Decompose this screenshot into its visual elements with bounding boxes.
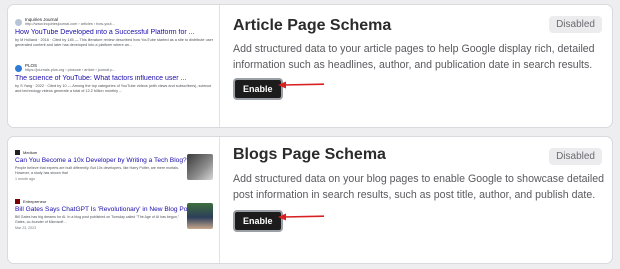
result-title: How YouTube Developed into a Successful … <box>15 29 195 36</box>
result-thumbnail <box>187 203 213 229</box>
result-thumbnail <box>187 154 213 180</box>
search-result: Inquiries Journal http://www.inquiriesjo… <box>15 17 215 48</box>
article-schema-card: Inquiries Journal http://www.inquiriesjo… <box>7 4 613 128</box>
result-date: 1 month ago <box>15 177 35 182</box>
site-favicon-icon <box>15 150 20 155</box>
site-favicon-icon <box>15 64 22 72</box>
result-date: Mar 23, 2023 <box>15 226 37 231</box>
result-snippet: People believe that experts are built di… <box>15 166 179 175</box>
result-url: http://www.inquiriesjournal.com › articl… <box>25 22 115 26</box>
site-favicon-icon <box>15 199 20 204</box>
enable-article-schema-button[interactable]: Enable <box>233 78 283 100</box>
result-title: The science of YouTube: What factors inf… <box>15 75 187 82</box>
result-snippet: by M Holland · 2016 · Cited by 145 — Thi… <box>15 38 213 47</box>
site-favicon-icon <box>15 18 22 26</box>
result-snippet: Bill Gates has big dreams for AI. In a b… <box>15 215 180 224</box>
blogs-search-preview: Medium Can You Become a 10x Developer by… <box>8 137 220 263</box>
blog-result: Entrepreneur Bill Gates Says ChatGPT Is … <box>15 199 215 244</box>
blogs-schema-title: Blogs Page Schema <box>233 146 386 163</box>
enable-blogs-schema-button[interactable]: Enable <box>233 210 283 232</box>
article-schema-title: Article Page Schema <box>233 17 392 34</box>
result-snippet: by S Yang · 2022 · Cited by 10 — Among t… <box>15 84 212 93</box>
blogs-schema-description: Add structured data on your blog pages t… <box>233 173 605 201</box>
result-site: Medium <box>23 150 38 155</box>
pointer-arrow-icon <box>278 81 324 89</box>
status-badge: Disabled <box>549 16 602 33</box>
result-site: Entrepreneur <box>23 199 47 204</box>
article-schema-info: Article Page Schema Disabled Add structu… <box>220 5 612 127</box>
status-badge: Disabled <box>549 148 602 165</box>
blogs-schema-info: Blogs Page Schema Disabled Add structure… <box>220 137 612 263</box>
blogs-schema-card: Medium Can You Become a 10x Developer by… <box>7 136 613 264</box>
pointer-arrow-icon <box>278 213 324 221</box>
article-schema-description: Add structured data to your article page… <box>233 43 595 71</box>
result-title: Can You Become a 10x Developer by Writin… <box>15 157 187 164</box>
search-result: PLOS https://journals.plos.org › plosone… <box>15 63 215 94</box>
blog-result: Medium Can You Become a 10x Developer by… <box>15 150 215 195</box>
result-title: Bill Gates Says ChatGPT Is 'Revolutionar… <box>15 206 193 213</box>
result-url: https://journals.plos.org › plosone › ar… <box>25 68 116 72</box>
article-search-preview: Inquiries Journal http://www.inquiriesjo… <box>8 5 220 127</box>
